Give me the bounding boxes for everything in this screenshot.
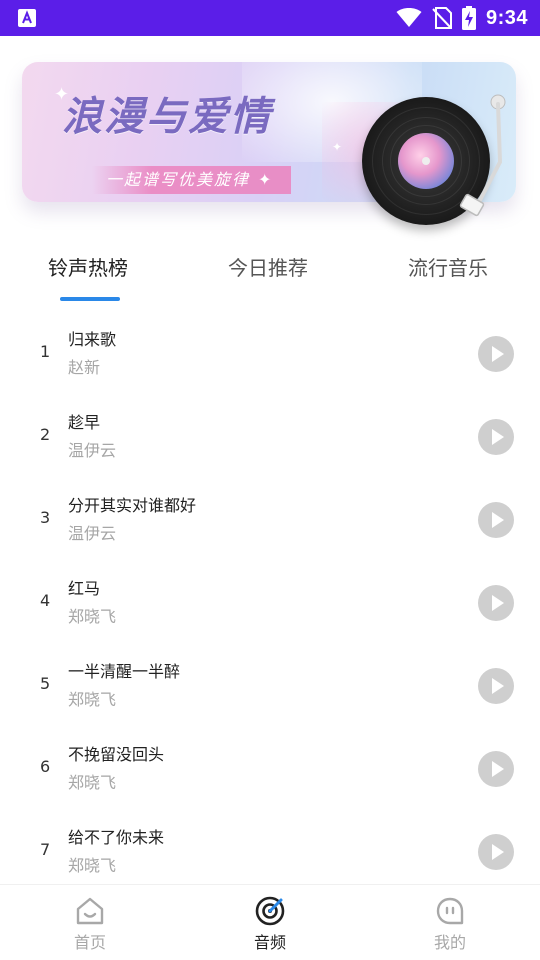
- song-title: 趁早: [68, 413, 101, 432]
- list-item[interactable]: 6 不挽留没回头 郑晓飞: [0, 733, 540, 816]
- song-artist: 温伊云: [68, 524, 117, 543]
- song-artist: 赵新: [68, 358, 101, 377]
- song-artist: 郑晓飞: [68, 607, 117, 626]
- list-item[interactable]: 4 红马 郑晓飞: [0, 567, 540, 650]
- song-title: 归来歌: [68, 330, 117, 349]
- app-notification-icon: [18, 9, 36, 27]
- nav-item-profile[interactable]: 我的: [405, 895, 495, 953]
- play-button[interactable]: [478, 668, 514, 704]
- nav-label: 首页: [73, 933, 106, 952]
- tonearm-icon: [459, 94, 506, 217]
- battery-charging-icon: [461, 6, 476, 30]
- list-item[interactable]: 5 一半清醒一半醉 郑晓飞: [0, 650, 540, 733]
- song-artist: 郑晓飞: [68, 690, 117, 709]
- nav-label: 音频: [253, 933, 286, 952]
- song-title: 不挽留没回头: [68, 745, 165, 764]
- sparkle-icon: ✦: [258, 170, 274, 189]
- song-artist: 郑晓飞: [68, 856, 117, 875]
- no-sim-icon: [432, 7, 452, 29]
- list-item[interactable]: 1 归来歌 赵新: [0, 318, 540, 401]
- wifi-icon: [396, 8, 422, 27]
- status-time: 9:34: [485, 6, 528, 29]
- song-artist: 郑晓飞: [68, 773, 117, 792]
- nav-item-audio[interactable]: 音频: [225, 895, 315, 953]
- list-item[interactable]: 2 趁早 温伊云: [0, 401, 540, 484]
- play-button[interactable]: [478, 585, 514, 621]
- song-index: 5: [40, 674, 51, 693]
- play-button[interactable]: [478, 336, 514, 372]
- song-index: 3: [40, 508, 51, 527]
- bottom-nav: 首页 音频 我的: [0, 884, 540, 960]
- banner-title: 浪漫与爱情: [62, 93, 272, 140]
- audio-disc-icon: [255, 896, 285, 926]
- song-index: 7: [40, 840, 51, 859]
- list-item[interactable]: 3 分开其实对谁都好 温伊云: [0, 484, 540, 567]
- play-button[interactable]: [478, 502, 514, 538]
- song-title: 分开其实对谁都好: [68, 496, 197, 515]
- tab-pop-music[interactable]: 流行音乐: [408, 252, 488, 281]
- song-index: 6: [40, 757, 51, 776]
- profile-icon: [436, 897, 464, 925]
- status-bar: 9:34: [0, 0, 540, 36]
- play-button[interactable]: [478, 751, 514, 787]
- nav-label: 我的: [433, 933, 466, 952]
- song-title: 给不了你未来: [68, 828, 165, 847]
- play-button[interactable]: [478, 419, 514, 455]
- song-title: 红马: [68, 579, 101, 598]
- tab-indicator: [60, 297, 120, 301]
- banner-subtitle: 一起谱写优美旋律 ✦: [92, 166, 292, 194]
- tab-ringtone-hot[interactable]: 铃声热榜: [48, 252, 128, 281]
- home-icon: [76, 897, 104, 925]
- song-index: 4: [40, 591, 51, 610]
- song-title: 一半清醒一半醉: [68, 662, 181, 681]
- song-artist: 温伊云: [68, 441, 117, 460]
- play-button[interactable]: [478, 834, 514, 870]
- song-index: 1: [40, 342, 51, 361]
- sparkle-icon: ✦: [332, 140, 343, 154]
- nav-item-home[interactable]: 首页: [45, 895, 135, 953]
- tab-today-recommend[interactable]: 今日推荐: [228, 252, 308, 281]
- song-index: 2: [40, 425, 51, 444]
